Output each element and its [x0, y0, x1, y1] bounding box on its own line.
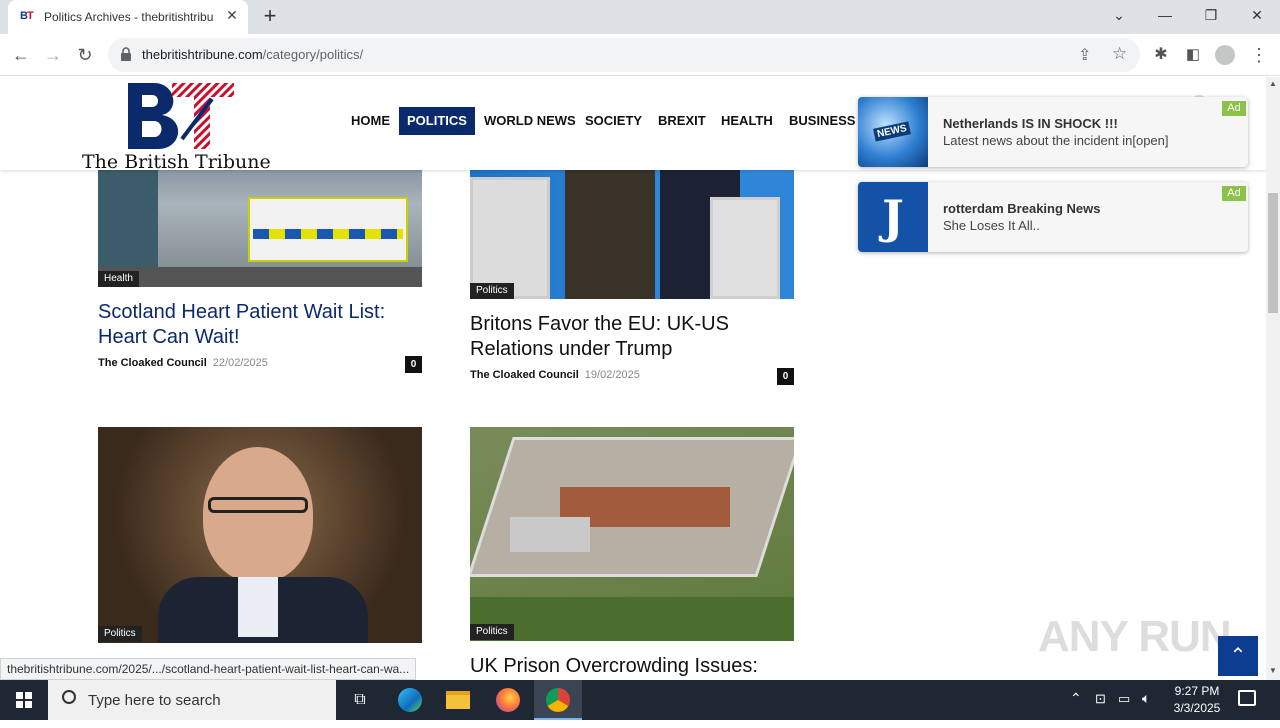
- category-badge[interactable]: Politics: [470, 283, 514, 299]
- reload-icon[interactable]: ↻: [72, 42, 98, 68]
- side-panel-icon[interactable]: ◧: [1180, 42, 1206, 68]
- article-image-portrait[interactable]: [98, 427, 422, 643]
- show-hidden-icons-chevron-icon[interactable]: ⌃: [1070, 690, 1082, 707]
- task-view-icon[interactable]: ⧉: [336, 680, 384, 720]
- back-to-top-button[interactable]: ⌃: [1218, 636, 1258, 676]
- scroll-up-arrow-icon[interactable]: ▲: [1269, 79, 1277, 88]
- tab-search-icon[interactable]: ⌄: [1096, 0, 1142, 30]
- ad-title[interactable]: rotterdam Breaking News: [943, 201, 1101, 216]
- tab-title: Politics Archives - thebritishtribune: [44, 10, 214, 24]
- search-placeholder: Type here to search: [88, 692, 221, 709]
- taskbar-search-box[interactable]: Type here to search: [48, 680, 336, 720]
- extensions-icon[interactable]: ✱: [1148, 42, 1174, 68]
- network-icon[interactable]: ▭: [1118, 691, 1130, 707]
- clock-time: 9:27 PM: [1174, 684, 1220, 698]
- close-window-button[interactable]: ✕: [1234, 0, 1280, 30]
- article-date: 22/02/2025: [212, 357, 268, 369]
- profile-avatar-icon[interactable]: [1215, 45, 1235, 65]
- nav-politics[interactable]: POLITICS: [399, 107, 475, 135]
- tab-strip: BT Politics Archives - thebritishtribune…: [0, 0, 1280, 34]
- ad-netherlands-shock[interactable]: NEWS Netherlands IS IN SHOCK !!! Latest …: [858, 97, 1248, 167]
- article-date: 19/02/2025: [584, 369, 640, 381]
- scroll-down-arrow-icon[interactable]: ▼: [1269, 666, 1277, 675]
- ad-title[interactable]: Netherlands IS IN SHOCK !!!: [943, 116, 1118, 131]
- notifications-icon[interactable]: [1238, 690, 1256, 706]
- nav-society[interactable]: SOCIETY: [585, 107, 642, 135]
- forward-arrow-icon[interactable]: →: [40, 42, 66, 68]
- j-logo-thumbnail: J: [858, 182, 928, 252]
- windows-taskbar: Type here to search ⧉ ⌃ ⊡ ▭ 🔈︎ 9:27 PM 3…: [0, 680, 1280, 720]
- article-author[interactable]: The Cloaked Council: [470, 369, 579, 381]
- site-favicon-icon: BT: [20, 10, 34, 22]
- menu-kebab-icon[interactable]: ⋮: [1246, 42, 1272, 68]
- minimize-button[interactable]: —: [1142, 0, 1188, 30]
- ad-rotterdam-news[interactable]: J rotterdam Breaking News She Loses It A…: [858, 182, 1248, 252]
- article-meta: The Cloaked Council 19/02/2025: [470, 369, 640, 381]
- file-explorer-icon[interactable]: [434, 680, 482, 720]
- url-domain: thebritishtribune.com: [142, 47, 263, 62]
- restore-button[interactable]: ❐: [1188, 0, 1234, 30]
- news-globe-thumbnail: NEWS: [858, 97, 928, 167]
- url-text[interactable]: thebritishtribune.com/category/politics/: [142, 47, 363, 62]
- edge-browser-icon[interactable]: [386, 680, 434, 720]
- firefox-icon[interactable]: [484, 680, 532, 720]
- windows-start-icon[interactable]: [0, 680, 48, 720]
- nav-brexit[interactable]: BREXIT: [658, 107, 706, 135]
- comment-count[interactable]: 0: [405, 356, 422, 373]
- article-title[interactable]: Britons Favor the EU: UK-US Relations un…: [470, 312, 794, 362]
- browser-tab[interactable]: BT Politics Archives - thebritishtribune…: [8, 0, 248, 34]
- close-tab-icon[interactable]: ✕: [224, 7, 240, 25]
- clock-date: 3/3/2025: [1173, 701, 1221, 715]
- ad-badge[interactable]: Ad: [1222, 186, 1246, 201]
- search-icon: [62, 690, 76, 704]
- article-title[interactable]: Scotland Heart Patient Wait List: Heart …: [98, 300, 422, 350]
- logo-text[interactable]: The British Tribune: [82, 151, 271, 173]
- ad-subtitle[interactable]: Latest news about the incident in[open]: [943, 133, 1169, 148]
- nav-world-news[interactable]: WORLD NEWS: [484, 107, 576, 135]
- nav-health[interactable]: HEALTH: [721, 107, 773, 135]
- bookmark-star-icon[interactable]: ☆: [1112, 44, 1127, 64]
- browser-toolbar: ← → ↻ thebritishtribune.com/category/pol…: [0, 34, 1280, 76]
- chrome-icon[interactable]: [534, 680, 582, 720]
- link-status-bar: thebritishtribune.com/2025/.../scotland-…: [0, 658, 417, 680]
- web-page: Health Scotland Heart Patient Wait List:…: [0, 77, 1266, 680]
- ad-subtitle[interactable]: She Loses It All..: [943, 218, 1040, 233]
- share-icon[interactable]: ⇪: [1078, 45, 1091, 65]
- thumbnail-label: NEWS: [873, 121, 911, 142]
- category-badge[interactable]: Politics: [98, 626, 142, 642]
- nav-home[interactable]: HOME: [351, 107, 390, 135]
- vertical-scrollbar[interactable]: ▲ ▼: [1266, 77, 1280, 680]
- anyrun-watermark: ANY RUN: [1038, 612, 1232, 661]
- volume-icon[interactable]: 🔈︎: [1142, 690, 1150, 707]
- lock-icon[interactable]: [120, 47, 132, 61]
- ad-badge[interactable]: Ad: [1222, 101, 1246, 116]
- scrollbar-thumb[interactable]: [1268, 193, 1278, 313]
- network-status-icon[interactable]: ⊡: [1095, 691, 1106, 707]
- article-meta: The Cloaked Council 22/02/2025: [98, 357, 268, 369]
- address-bar[interactable]: thebritishtribune.com/category/politics/…: [108, 38, 1140, 72]
- article-image-prison[interactable]: [470, 427, 794, 641]
- nav-business[interactable]: BUSINESS: [789, 107, 855, 135]
- category-badge[interactable]: Health: [98, 271, 139, 287]
- comment-count[interactable]: 0: [777, 368, 794, 385]
- taskbar-clock[interactable]: 9:27 PM 3/3/2025: [1166, 683, 1228, 717]
- url-path: /category/politics/: [262, 47, 364, 62]
- back-arrow-icon[interactable]: ←: [8, 42, 34, 68]
- category-badge[interactable]: Politics: [470, 624, 514, 640]
- article-title[interactable]: UK Prison Overcrowding Issues:: [470, 654, 794, 679]
- article-author[interactable]: The Cloaked Council: [98, 357, 207, 369]
- new-tab-button[interactable]: +: [258, 4, 282, 28]
